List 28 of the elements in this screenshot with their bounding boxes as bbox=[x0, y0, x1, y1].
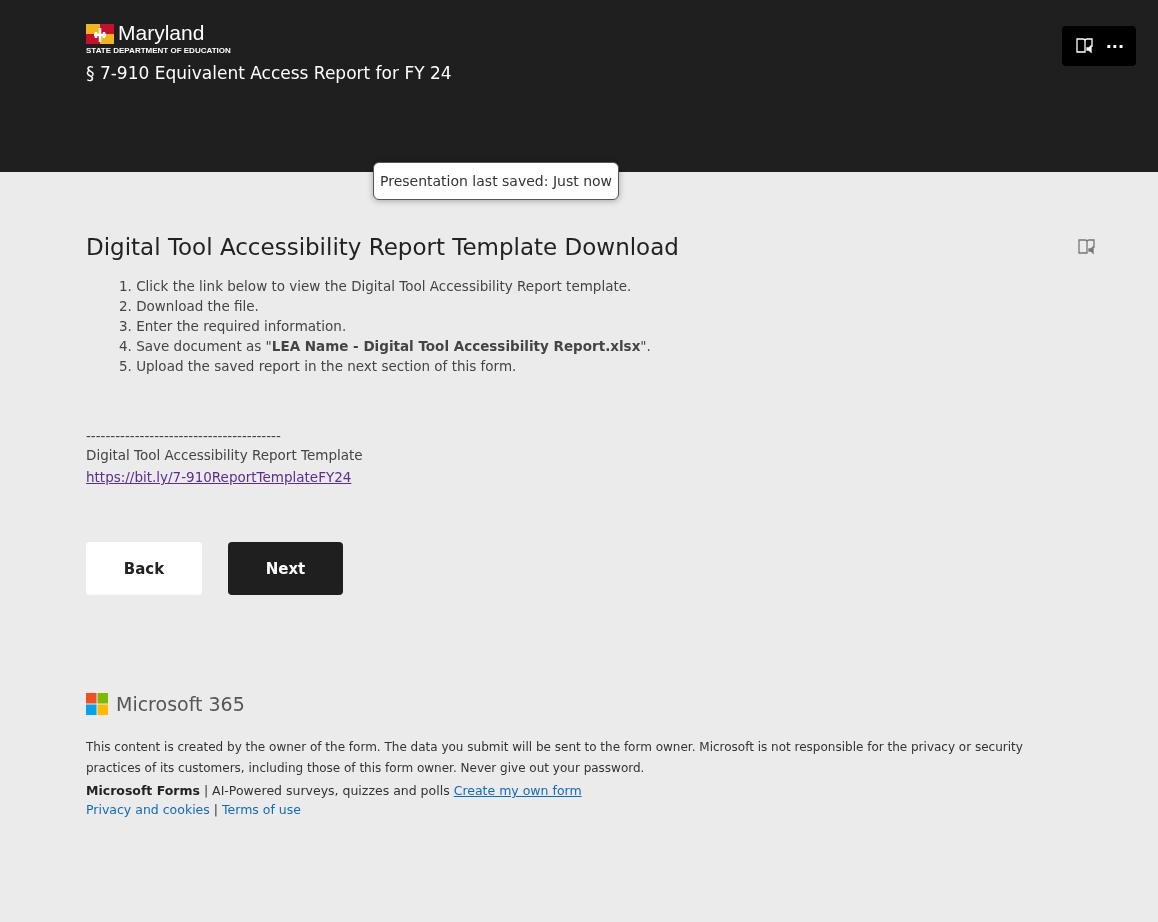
template-link[interactable]: https://bit.ly/7-910ReportTemplateFY24 bbox=[86, 469, 352, 485]
flag-logo-icon bbox=[86, 24, 114, 44]
create-form-link[interactable]: Create my own form bbox=[453, 783, 582, 798]
disclaimer-text: This content is created by the owner of the form. The data you submit will be sent to the form owner. Microsoft is not responsible for the privacy or security practices of its customers, including those of this form owner. Never give out your password. bbox=[86, 739, 1024, 777]
more-button[interactable]: ··· bbox=[1103, 36, 1126, 56]
link-divider: | bbox=[213, 802, 219, 817]
terms-link[interactable]: Terms of use bbox=[222, 802, 301, 817]
instruction-step: 3. Enter the required information. bbox=[119, 318, 1098, 334]
brand-name: Microsoft 365 bbox=[116, 693, 245, 715]
separator-line: ---------------------------------------- bbox=[86, 428, 282, 444]
instruction-step: 1. Click the link below to view the Digital Tool Accessibility Report template. bbox=[119, 278, 1098, 294]
back-button[interactable]: Back bbox=[86, 542, 202, 595]
instruction-step: 2. Download the file. bbox=[119, 298, 1098, 314]
section-title: Digital Tool Accessibility Report Template Download bbox=[86, 234, 679, 260]
link-label: Digital Tool Accessibility Report Template bbox=[86, 447, 364, 463]
logo-name: Maryland bbox=[118, 22, 205, 44]
microsoft-logo-icon bbox=[86, 693, 108, 715]
next-button[interactable]: Next bbox=[228, 542, 343, 595]
save-status-tooltip: Presentation last saved: Just now bbox=[373, 162, 620, 200]
instruction-step: 4. Save document as "LEA Name - Digital Tool Accessibility Report.xlsx". bbox=[119, 338, 1098, 354]
instruction-step: 5. Upload the saved report in the next section of this form. bbox=[119, 358, 1098, 374]
privacy-link[interactable]: Privacy and cookies bbox=[86, 802, 210, 817]
immersive-reader-icon bbox=[1078, 239, 1096, 255]
product-tagline: | AI-Powered surveys, quizzes and polls bbox=[203, 783, 450, 798]
immersive-reader-icon bbox=[1075, 38, 1094, 54]
product-name: Microsoft Forms bbox=[86, 783, 200, 798]
form-title: § 7-910 Equivalent Access Report for FY 24 bbox=[86, 63, 452, 83]
logo-subtitle: STATE DEPARTMENT OF EDUCATION bbox=[86, 46, 232, 55]
